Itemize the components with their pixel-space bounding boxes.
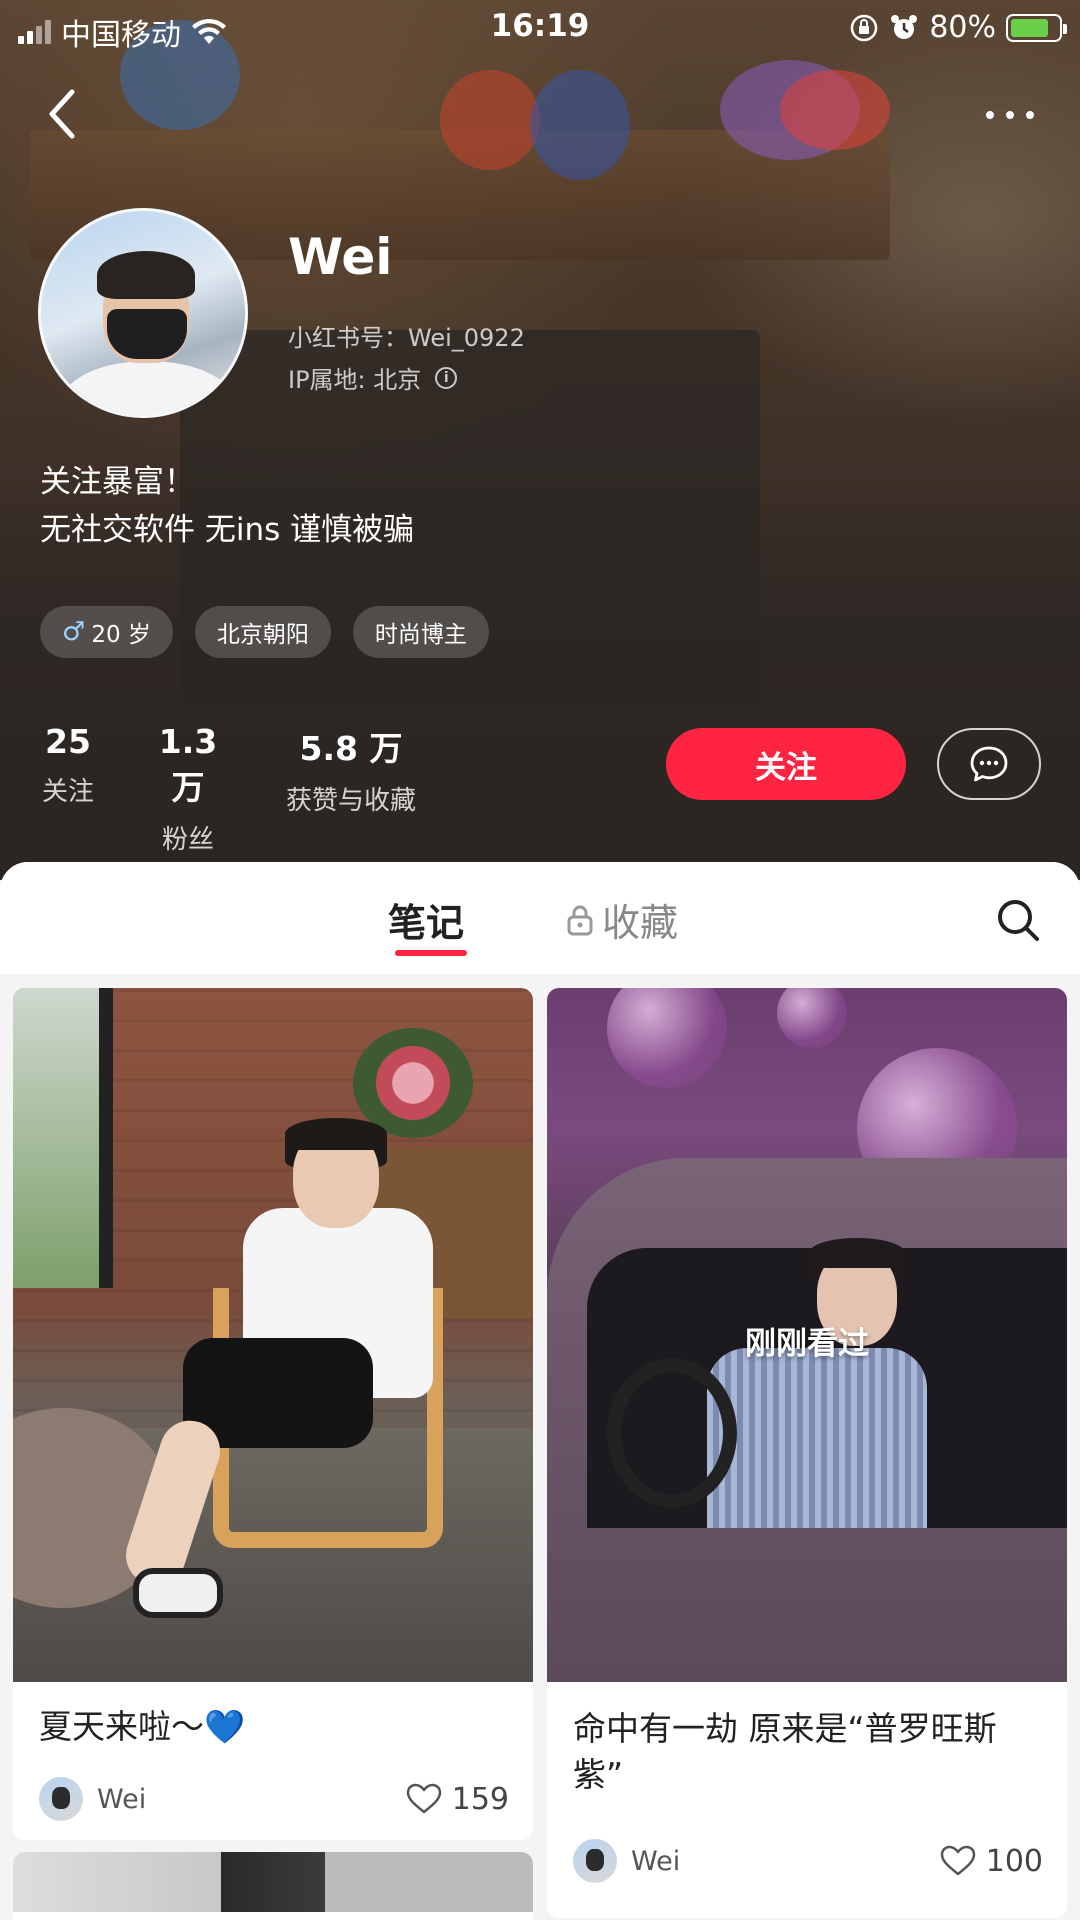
heart-icon	[406, 1783, 441, 1814]
male-icon: ♂	[62, 617, 86, 647]
more-dot-icon	[1026, 111, 1034, 119]
note-cover-image[interactable]	[13, 1852, 533, 1912]
note-footer: Wei 159	[39, 1776, 509, 1822]
note-cover-image[interactable]	[13, 988, 533, 1682]
tag-role: 时尚博主	[352, 606, 489, 658]
following-count: 25	[45, 722, 91, 761]
active-tab-indicator	[395, 950, 467, 956]
bio-line: 关注暴富！	[40, 464, 195, 500]
stat-followers[interactable]: 1.3 万 粉丝	[138, 722, 238, 856]
author-name: Wei	[631, 1845, 681, 1877]
following-label: 关注	[41, 777, 94, 807]
like-button[interactable]: 159	[406, 1782, 509, 1817]
profile-ip-location: IP属地: 北京 i	[288, 360, 458, 395]
tab-favorites-label: 收藏	[602, 901, 679, 945]
likes-count: 5.8 万	[299, 729, 403, 768]
more-dot-icon	[986, 111, 994, 119]
more-options-button[interactable]	[980, 100, 1040, 130]
heart-icon	[940, 1845, 975, 1876]
chat-bubble-icon	[970, 746, 1008, 782]
info-icon[interactable]: i	[435, 366, 458, 389]
profile-tabs: 笔记 收藏	[0, 862, 1080, 974]
author-avatar[interactable]	[39, 1777, 83, 1821]
more-dot-icon	[1006, 111, 1014, 119]
search-icon	[998, 900, 1039, 941]
rotation-lock-icon	[851, 14, 878, 41]
tag-location: 北京朝阳	[194, 606, 331, 658]
ip-location-text: IP属地: 北京	[288, 366, 422, 394]
lock-icon	[567, 905, 593, 935]
author-name: Wei	[97, 1783, 147, 1815]
followers-count: 1.3 万	[158, 722, 218, 807]
tab-favorites[interactable]: 收藏	[566, 892, 678, 947]
tag-age-label: 20 岁	[91, 622, 151, 648]
note-card[interactable]: 夏天来啦～💙 Wei 159	[13, 988, 533, 1840]
stat-following[interactable]: 25 关注	[38, 722, 98, 808]
profile-username: Wei	[288, 228, 393, 286]
profile-header: 中国移动 16:19 80% Wei 小红书号：Wei_0922 IP属地: 北…	[0, 0, 1080, 880]
status-bar: 中国移动 16:19 80%	[0, 0, 1080, 56]
profile-tags: ♂ 20 岁 北京朝阳 时尚博主	[40, 606, 489, 658]
tag-age: ♂ 20 岁	[40, 606, 173, 658]
note-card[interactable]	[13, 1852, 533, 1920]
profile-bio: 关注暴富！ 无社交软件 无ins 谨慎被骗	[40, 458, 414, 554]
profile-red-id: 小红书号：Wei_0922	[288, 324, 525, 352]
note-footer: Wei 100	[573, 1838, 1043, 1884]
back-button[interactable]	[40, 86, 90, 142]
like-count: 159	[451, 1781, 509, 1817]
alarm-icon	[891, 14, 918, 39]
recently-viewed-label: 刚刚看过	[745, 1326, 869, 1362]
like-count: 100	[985, 1843, 1043, 1879]
note-title: 夏天来啦～💙	[39, 1707, 246, 1746]
note-title: 命中有一劫 原来是“普罗旺斯紫”	[573, 1709, 997, 1794]
stat-likes[interactable]: 5.8 万 获赞与收藏	[276, 722, 426, 817]
note-card[interactable]: 刚刚看过 命中有一劫 原来是“普罗旺斯紫” Wei 100	[547, 988, 1067, 1918]
message-button[interactable]	[937, 728, 1041, 800]
followers-label: 粉丝	[161, 825, 214, 855]
search-button[interactable]	[994, 896, 1042, 944]
battery-percent: 80%	[929, 10, 996, 45]
notes-grid: 夏天来啦～💙 Wei 159 刚刚看过 命中有一劫 原来是“普罗旺斯紫” Wei…	[0, 974, 1080, 1920]
note-cover-image[interactable]: 刚刚看过	[547, 988, 1067, 1682]
tab-notes[interactable]: 笔记	[388, 892, 464, 947]
top-nav	[0, 80, 1080, 150]
profile-stats: 25 关注 1.3 万 粉丝 5.8 万 获赞与收藏	[0, 722, 1080, 855]
battery-icon	[1006, 13, 1067, 42]
back-arrow-icon	[49, 89, 75, 139]
content-panel: 笔记 收藏 夏天来啦～💙 Wei 159 刚刚看过 命中有一劫 原来是“普罗旺斯…	[0, 862, 1080, 1920]
like-button[interactable]: 100	[940, 1844, 1043, 1879]
profile-avatar[interactable]	[38, 208, 248, 418]
author-avatar[interactable]	[573, 1839, 617, 1883]
likes-label: 获赞与收藏	[285, 786, 416, 816]
bio-line: 无社交软件 无ins 谨慎被骗	[40, 512, 415, 548]
follow-button[interactable]: 关注	[666, 728, 906, 800]
